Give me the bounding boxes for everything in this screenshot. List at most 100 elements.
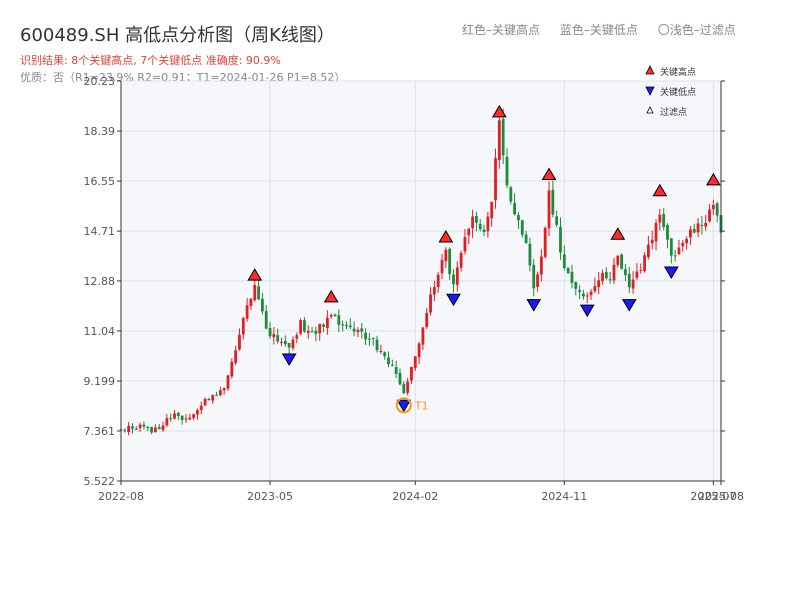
y-tick-label: 11.04 xyxy=(84,325,116,338)
candle-body xyxy=(589,291,593,296)
kline-chart: T1 5.522 7.361 9.199 11.04 12.88 14.71 16.55 18… xyxy=(84,65,744,503)
y-tick-label: 12.88 xyxy=(84,275,116,288)
candle-body xyxy=(669,238,673,256)
candle-body xyxy=(711,204,715,210)
candle-body xyxy=(501,119,505,156)
candle-body xyxy=(387,357,390,365)
candle-body xyxy=(681,242,685,247)
candle-body xyxy=(222,388,226,391)
candle-body xyxy=(337,315,341,325)
candle-body xyxy=(215,394,218,396)
candle-body xyxy=(608,279,612,281)
candle-body xyxy=(704,222,708,227)
candle-body xyxy=(662,213,666,227)
candle-body xyxy=(341,324,345,326)
y-tick-label: 9.199 xyxy=(84,375,116,388)
candle-body xyxy=(329,315,333,317)
candle-body xyxy=(196,410,199,415)
candle-body xyxy=(459,252,463,268)
candle-body xyxy=(696,223,700,233)
candle-body xyxy=(452,274,455,285)
candle-body xyxy=(379,350,383,352)
candle-body xyxy=(249,298,253,307)
candle-body xyxy=(165,418,169,426)
candle-body xyxy=(157,427,161,429)
candle-body xyxy=(238,334,241,350)
candle-body xyxy=(486,216,490,232)
candle-body xyxy=(123,430,127,432)
candle-body xyxy=(306,331,310,333)
legend-label: 关键高点 xyxy=(660,66,696,78)
candle-body xyxy=(207,398,211,401)
candle-body xyxy=(127,425,131,432)
candle-body xyxy=(505,156,509,186)
candle-body xyxy=(555,216,559,225)
candle-body xyxy=(368,338,371,340)
candle-body xyxy=(650,239,654,244)
t1-label: T1 xyxy=(414,399,429,412)
candle-body xyxy=(402,383,406,394)
candle-body xyxy=(261,298,264,312)
candle-body xyxy=(601,272,604,281)
candle-body xyxy=(520,220,524,235)
y-tick-label: 7.361 xyxy=(84,425,116,438)
candle-body xyxy=(685,238,689,244)
candle-body xyxy=(620,254,624,269)
candle-body xyxy=(268,328,272,337)
candle-body xyxy=(582,293,585,297)
candle-body xyxy=(700,224,704,226)
candle-body xyxy=(658,214,662,223)
candle-body xyxy=(689,229,692,238)
candle-body xyxy=(413,356,417,369)
candle-body xyxy=(230,361,234,377)
candle-body xyxy=(597,280,601,288)
candle-body xyxy=(444,249,448,262)
candle-body xyxy=(509,187,513,202)
candle-body xyxy=(666,224,669,240)
candle-body xyxy=(173,413,176,419)
candle-body xyxy=(566,267,570,274)
candle-body xyxy=(360,328,364,332)
candle-body xyxy=(551,189,555,215)
candle-body xyxy=(241,318,245,335)
candle-body xyxy=(134,428,138,430)
candle-body xyxy=(272,334,276,338)
candle-body xyxy=(497,120,501,160)
candle-body xyxy=(673,255,677,257)
legend-label: 过滤点 xyxy=(660,106,687,118)
candle-body xyxy=(559,226,562,253)
y-tick-label: 16.55 xyxy=(84,175,116,188)
candle-body xyxy=(455,267,459,285)
candle-body xyxy=(299,320,303,334)
candle-body xyxy=(639,269,643,271)
candle-body xyxy=(325,317,329,329)
candle-body xyxy=(356,329,360,333)
candle-body xyxy=(291,339,295,349)
candle-body xyxy=(318,323,322,334)
candle-body xyxy=(410,366,413,381)
candle-body xyxy=(176,412,180,417)
candle-body xyxy=(517,215,520,221)
candle-body xyxy=(547,190,551,229)
candle-body xyxy=(482,229,486,233)
candle-body xyxy=(708,209,711,222)
candle-body xyxy=(192,414,196,418)
candle-body xyxy=(383,352,387,357)
candle-body xyxy=(138,424,142,428)
candle-body xyxy=(161,425,165,430)
candle-body xyxy=(528,243,532,266)
candle-body xyxy=(715,203,719,216)
candle-body xyxy=(184,418,188,420)
y-tick-label: 14.71 xyxy=(84,225,116,238)
candle-body xyxy=(257,286,260,300)
candle-body xyxy=(448,248,452,274)
candle-body xyxy=(429,294,432,313)
candle-body xyxy=(314,330,318,334)
candle-body xyxy=(513,202,517,215)
candle-body xyxy=(574,282,578,289)
candle-body xyxy=(234,350,238,363)
candle-body xyxy=(203,398,207,406)
candle-body xyxy=(348,325,352,328)
candle-body xyxy=(264,311,268,329)
candle-body xyxy=(612,264,616,281)
